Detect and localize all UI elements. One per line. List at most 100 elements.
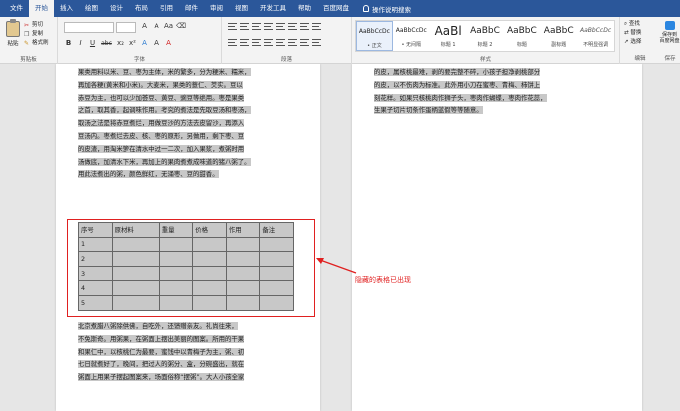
text-line: 汤做底，加清水下米，再加上的果肉煮煮成味道的猪八粥了。 [78, 157, 251, 166]
ribbon: 粘贴 ✂ 剪切 ❐ 复制 ✎ 格式刷 剪贴板 A A Aa ⌫ B I Uabc x₂ x² A… [0, 17, 680, 64]
chinese-layout-icon[interactable] [288, 23, 297, 30]
superscript-button[interactable]: x² [128, 39, 137, 47]
font-size-select[interactable] [116, 22, 136, 33]
annotation-text: 隐藏的表格已出现 [355, 276, 411, 284]
replace-button[interactable]: ⇄ 替换 [624, 29, 641, 38]
strikethrough-button[interactable]: abc [100, 40, 113, 47]
paste-label: 粘贴 [7, 41, 19, 47]
tab-5[interactable]: 布局 [129, 0, 154, 17]
tell-me-label: 操作说明搜索 [372, 5, 411, 14]
tab-2[interactable]: 插入 [54, 0, 79, 17]
align-right-icon[interactable] [252, 39, 261, 46]
paragraph-top: 果类用料以米、豆、枣为主体，米的繁多，分为粳米、糯米， 再加各粳(黄米和小米)。大… [78, 66, 298, 181]
find-button[interactable]: ⌕ 查找 [624, 20, 641, 29]
grow-font-button[interactable]: A [140, 22, 149, 30]
numbering-icon[interactable] [240, 23, 249, 30]
line-spacing-icon[interactable] [288, 39, 297, 46]
tab-1[interactable]: 开始 [29, 0, 54, 17]
text-line: 北京煮腊八粥除供佛，自吃外，还馈赠亲友。礼尚往来， [78, 322, 238, 330]
copy-label: 复制 [32, 31, 44, 37]
find-label: 查找 [628, 21, 640, 27]
text-line: 豆汤内。枣煮烂去皮、核、枣的原形，另做用，剩下枣、豆 [78, 131, 245, 140]
highlight-box [67, 219, 315, 317]
tab-8[interactable]: 审阅 [204, 0, 229, 17]
cut-button[interactable]: ✂ 剪切 [24, 21, 49, 30]
tab-11[interactable]: 帮助 [292, 0, 317, 17]
text-line: 的皮，以不伤肉为标准。此外用小刀在蜜枣、青梅、柿饼上 [374, 80, 541, 89]
format-painter-label: 格式刷 [32, 40, 49, 46]
save-line2: 百度网盘 [659, 38, 680, 44]
borders-icon[interactable] [312, 39, 321, 46]
shading-icon[interactable] [300, 39, 309, 46]
align-left-icon[interactable] [228, 39, 237, 46]
select-button[interactable]: ➚ 选择 [624, 38, 641, 47]
scissors-icon: ✂ [24, 21, 30, 29]
tab-3[interactable]: 绘图 [79, 0, 104, 17]
show-marks-icon[interactable] [312, 23, 321, 30]
save-to-baidu-button[interactable]: 保存到 百度网盘 [659, 21, 680, 44]
tell-me-search[interactable]: 操作说明搜索 [363, 4, 411, 14]
paragraph-right: 的皮，属核桃最难，剥的要完整不碎，小孩子担净剥桃部分 的皮，以不伤肉为标准。此外用… [374, 66, 624, 117]
ribbon-tabs: 文件 开始 插入 绘图 设计 布局 引用 邮件 审阅 视图 开发工具 帮助 百度网盘 操作说明搜索 [0, 0, 680, 17]
font-group-label: 字体 [133, 57, 145, 63]
clipboard-group-label: 剪贴板 [20, 57, 37, 63]
styles-group: 样式 [352, 17, 620, 64]
sort-icon[interactable] [300, 23, 309, 30]
clear-format-icon[interactable]: ⌫ [176, 22, 186, 30]
align-center-icon[interactable] [240, 39, 249, 46]
shrink-font-button[interactable]: A [152, 23, 161, 30]
text-line: 粥面上用果子摆起图案来，场面俗称“摆粥”。大人小孩全家 [78, 373, 245, 382]
copy-button[interactable]: ❐ 复制 [24, 30, 49, 39]
font-name-select[interactable] [64, 22, 114, 33]
tab-12[interactable]: 百度网盘 [317, 0, 355, 17]
distribute-icon[interactable] [276, 39, 285, 46]
text-line: 取汤之法是将赤豆煮烂，用做豆沙的方法去皮留沙，再添入 [78, 119, 245, 128]
paragraph-group: 段落 [222, 17, 352, 64]
text-line: 七日就煮好了，晚间，把过人的粥分、盒，分碗盛出，就在 [78, 360, 245, 369]
text-line: 生果子切片切条作蛋柄蓝假等等随意。 [374, 106, 483, 115]
text-effects-button[interactable]: A [140, 39, 149, 47]
clipboard-icon [6, 19, 20, 37]
tab-0[interactable]: 文件 [4, 0, 29, 17]
subscript-button[interactable]: x₂ [116, 39, 125, 47]
justify-icon[interactable] [264, 39, 273, 46]
tab-4[interactable]: 设计 [104, 0, 129, 17]
text-line: 和果仁中，以核桃仁为最要，蜜饯中以青梅子为主，粥、初 [78, 347, 245, 356]
font-color-button[interactable]: A [164, 39, 173, 47]
highlight-button[interactable]: A [152, 39, 161, 47]
page-right[interactable]: 的皮，属核桃最难，剥的要完整不碎，小孩子担净剥桃部分 的皮，以不伤肉为标准。此外用… [352, 64, 642, 411]
decrease-indent-icon[interactable] [264, 23, 273, 30]
underline-button[interactable]: U [88, 39, 97, 47]
tab-7[interactable]: 邮件 [179, 0, 204, 17]
text-line: 再加各粳(黄米和小米)。大麦米，果类的薏仁、芡实。豆以 [78, 80, 243, 89]
bold-button[interactable]: B [64, 39, 73, 47]
increase-indent-icon[interactable] [276, 23, 285, 30]
paragraph-bottom: 北京煮腊八粥除供佛，自吃外，还馈赠亲友。礼尚往来， 不免斯奇。用粥果，在粥面上摆出… [78, 320, 298, 384]
format-painter-button[interactable]: ✎ 格式刷 [24, 39, 49, 48]
text-line: 之首，取其香，起调味作用。考究的煮法是先取豆汤和枣汤， [78, 106, 251, 115]
text-line: 果类用料以米、豆、枣为主体，米的繁多，分为粳米、糯米， [78, 68, 251, 76]
paste-button[interactable]: 粘贴 [4, 19, 22, 49]
editing-group-label: 编辑 [634, 56, 646, 62]
bullets-icon[interactable] [228, 23, 237, 30]
text-line: 赤豆为主，也可以少加荟豆、黄豆、豌豆等绝用。枣是果类 [78, 93, 245, 102]
change-case-button[interactable]: Aa [164, 22, 173, 30]
brush-icon: ✎ [24, 39, 30, 47]
tab-6[interactable]: 引用 [154, 0, 179, 17]
arrow-icon [316, 258, 357, 274]
italic-button[interactable]: I [76, 39, 85, 47]
styles-group-label: 样式 [479, 57, 491, 63]
tab-9[interactable]: 视图 [229, 0, 254, 17]
copy-icon: ❐ [24, 30, 30, 38]
multilevel-list-icon[interactable] [252, 23, 261, 30]
text-line: 的皮渣，用淘米箩在清水中过一二次，加入果浆，煮粥时用 [78, 144, 245, 153]
save-group-label: 保存 [664, 56, 676, 62]
select-label: 选择 [630, 39, 642, 45]
replace-label: 替换 [630, 30, 642, 36]
cloud-icon [664, 21, 675, 30]
editing-group: ⌕ 查找 ⇄ 替换 ➚ 选择 [624, 20, 641, 47]
text-line: 不免斯奇。用粥果，在粥面上摆出美丽的图案。所用的干果 [78, 334, 245, 343]
cut-label: 剪切 [32, 22, 44, 28]
paragraph-group-label: 段落 [280, 57, 292, 63]
tab-10[interactable]: 开发工具 [254, 0, 292, 17]
